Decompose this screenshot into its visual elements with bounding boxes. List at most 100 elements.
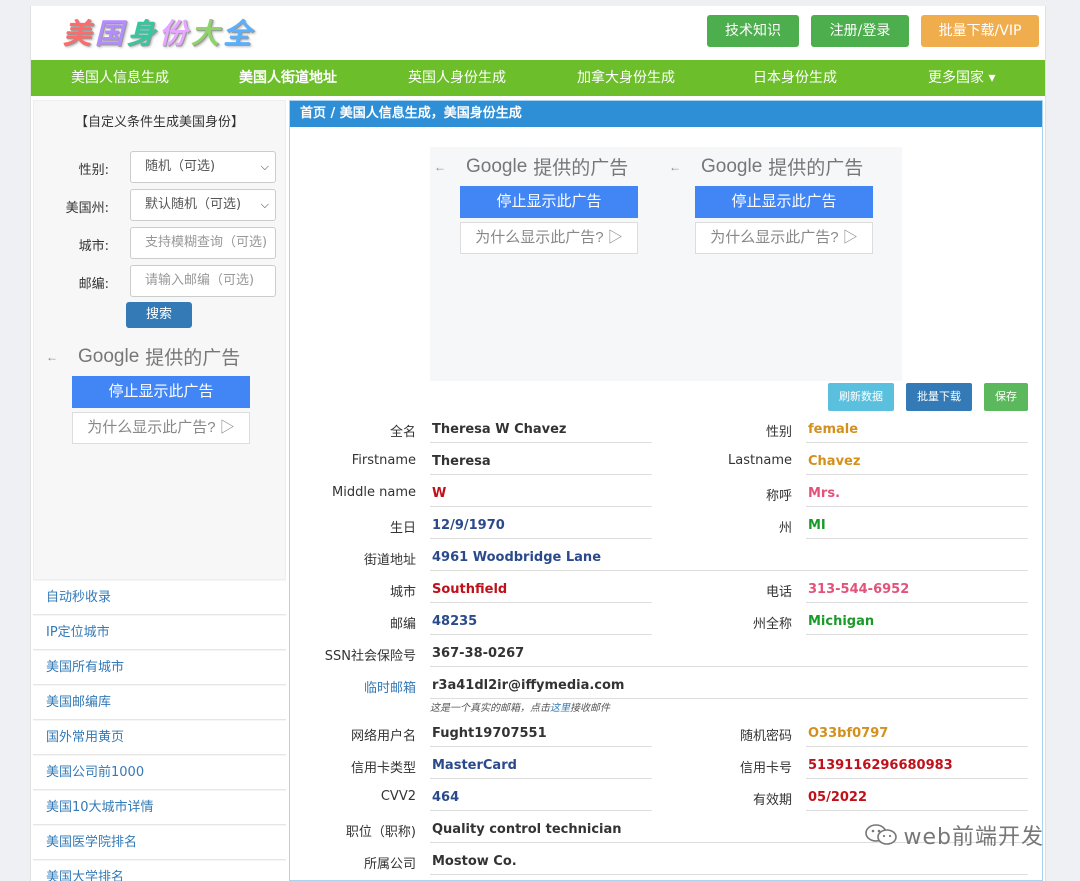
statefull-label: 州全称 [752, 617, 792, 632]
search-button[interactable]: 搜索 [126, 302, 192, 328]
knowledge-button[interactable]: 技术知识 [707, 15, 799, 47]
sidebar-link[interactable]: 美国10大城市详情 [33, 790, 286, 825]
site-logo[interactable]: 美 国 身 份 大 全 [63, 16, 251, 52]
email-note-text-end: 接收邮件 [570, 703, 610, 714]
google-ad-main: ← Google 提供的广告 停止显示此广告 为什么显示此广告? ▷ ← Goo… [430, 147, 902, 381]
google-label: Google [78, 345, 140, 367]
phone-label: 电话 [765, 585, 792, 600]
city-row: 城市: 支持模糊查询（可选) [34, 227, 287, 259]
breadcrumb[interactable]: 首页 / 美国人信息生成，美国身份生成 [290, 101, 1042, 127]
sidebar-link[interactable]: 自动秒收录 [33, 580, 286, 615]
custom-generate-form: 【自定义条件生成美国身份】 性别: 随机（可选) ⌵ 美国州: 默认随机（可选)… [33, 100, 286, 580]
ad-choices-icon: ▷ [219, 419, 235, 436]
birthday-label: 生日 [389, 521, 416, 536]
stop-ad-button[interactable]: 停止显示此广告 [695, 186, 873, 218]
zip-input[interactable]: 请输入邮编（可选) [130, 265, 276, 297]
cvv-label: CVV2 [380, 789, 416, 804]
ad-header: ← Google 提供的广告 [46, 343, 250, 370]
city-label: 城市: [78, 239, 109, 254]
save-button[interactable]: 保存 [984, 383, 1028, 411]
zip-value[interactable]: 48235 [430, 607, 652, 635]
sidebar-link[interactable]: 国外常用黄页 [33, 720, 286, 755]
middlename-label: Middle name [332, 485, 416, 500]
statefull-value[interactable]: Michigan [806, 607, 1028, 635]
job-label: 职位（职称) [345, 825, 416, 840]
firstname-value[interactable]: Theresa [430, 447, 652, 475]
expiry-value[interactable]: 05/2022 [806, 783, 1028, 811]
title-value[interactable]: Mrs. [806, 479, 1028, 507]
back-arrow-icon[interactable]: ← [46, 350, 58, 364]
google-label: Google [466, 155, 528, 177]
ssn-value[interactable]: 367-38-0267 [430, 639, 1028, 667]
ssn-label: SSN社会保险号 [324, 649, 416, 664]
nav-item-us-info[interactable]: 美国人信息生成 [71, 60, 169, 96]
google-ad-left: ← Google 提供的广告 停止显示此广告 为什么显示此广告? ▷ [434, 153, 638, 254]
logo-char: 国 [95, 17, 124, 50]
main-panel: 首页 / 美国人信息生成，美国身份生成 ← Google 提供的广告 停止显示此… [289, 100, 1043, 881]
state-label: 美国州: [65, 201, 109, 216]
main-nav: 美国人信息生成 美国人街道地址 英国人身份生成 加拿大身份生成 日本身份生成 更… [31, 60, 1045, 96]
ad-header: ← Google 提供的广告 [434, 153, 638, 180]
cctype-value[interactable]: MasterCard [430, 751, 652, 779]
phone-value[interactable]: 313-544-6952 [806, 575, 1028, 603]
password-value[interactable]: O33bf0797 [806, 719, 1028, 747]
gender-select-value: 随机（可选) [145, 159, 216, 174]
gender-value[interactable]: female [806, 415, 1028, 443]
sidebar-link[interactable]: IP定位城市 [33, 615, 286, 650]
back-arrow-icon[interactable]: ← [434, 160, 446, 174]
cvv-value[interactable]: 464 [430, 783, 652, 811]
gender-select[interactable]: 随机（可选) ⌵ [130, 151, 276, 183]
vip-button[interactable]: 批量下载/VIP [921, 15, 1039, 47]
stop-ad-button[interactable]: 停止显示此广告 [460, 186, 638, 218]
state-value[interactable]: MI [806, 511, 1028, 539]
company-label: 所属公司 [363, 857, 416, 872]
username-value[interactable]: Fught19707551 [430, 719, 652, 747]
city-input[interactable]: 支持模糊查询（可选) [130, 227, 276, 259]
why-ad-button[interactable]: 为什么显示此广告? ▷ [695, 222, 873, 254]
bulk-download-button[interactable]: 批量下载 [906, 383, 972, 411]
header: 美 国 身 份 大 全 技术知识 注册/登录 批量下载/VIP [31, 6, 1045, 60]
why-ad-label: 为什么显示此广告? [475, 229, 604, 246]
sidebar-link[interactable]: 美国公司前1000 [33, 755, 286, 790]
birthday-value[interactable]: 12/9/1970 [430, 511, 652, 539]
wechat-icon [864, 824, 897, 845]
login-button[interactable]: 注册/登录 [811, 15, 909, 47]
sidebar-link[interactable]: 美国医学院排名 [33, 825, 286, 860]
email-value[interactable]: r3a41dl2ir@iffymedia.com [430, 671, 1028, 699]
fullname-label: 全名 [389, 425, 416, 440]
gender-label: 性别 [765, 425, 792, 440]
city-label: 城市 [389, 585, 416, 600]
ad-choices-icon: ▷ [607, 229, 623, 246]
street-value[interactable]: 4961 Woodbridge Lane [430, 543, 1028, 571]
company-value[interactable]: Mostow Co. [430, 847, 1028, 875]
why-ad-label: 为什么显示此广告? [87, 419, 216, 436]
why-ad-button[interactable]: 为什么显示此广告? ▷ [460, 222, 638, 254]
nav-item-uk[interactable]: 英国人身份生成 [408, 60, 506, 96]
sidebar: 【自定义条件生成美国身份】 性别: 随机（可选) ⌵ 美国州: 默认随机（可选)… [33, 100, 286, 881]
zip-label: 邮编: [78, 277, 109, 292]
temp-email-link[interactable]: 临时邮箱 [290, 677, 416, 696]
stop-ad-button[interactable]: 停止显示此广告 [72, 376, 250, 408]
nav-item-us-address[interactable]: 美国人街道地址 [239, 60, 337, 96]
city-value[interactable]: Southfield [430, 575, 652, 603]
ccnum-value[interactable]: 5139116296680983 [806, 751, 1028, 779]
nav-item-more-countries[interactable]: 更多国家 ▾ [928, 60, 995, 96]
logo-char: 份 [159, 17, 188, 50]
cctype-label: 信用卡类型 [350, 761, 416, 776]
back-arrow-icon[interactable]: ← [669, 160, 681, 174]
refresh-data-button[interactable]: 刷新数据 [828, 383, 894, 411]
nav-item-canada[interactable]: 加拿大身份生成 [577, 60, 675, 96]
sidebar-link[interactable]: 美国所有城市 [33, 650, 286, 685]
sidebar-link[interactable]: 美国大学排名 [33, 860, 286, 881]
lastname-value[interactable]: Chavez [806, 447, 1028, 475]
google-ad-right: ← Google 提供的广告 停止显示此广告 为什么显示此广告? ▷ [669, 153, 873, 254]
why-ad-label: 为什么显示此广告? [710, 229, 839, 246]
sidebar-link[interactable]: 美国邮编库 [33, 685, 286, 720]
middlename-value[interactable]: W [430, 479, 652, 507]
state-select[interactable]: 默认随机（可选) ⌵ [130, 189, 276, 221]
email-inbox-link[interactable]: 这里 [550, 703, 570, 714]
why-ad-button[interactable]: 为什么显示此广告? ▷ [72, 412, 250, 444]
nav-item-japan[interactable]: 日本身份生成 [753, 60, 837, 96]
fullname-value[interactable]: Theresa W Chavez [430, 415, 652, 443]
gender-label: 性别: [78, 163, 109, 178]
